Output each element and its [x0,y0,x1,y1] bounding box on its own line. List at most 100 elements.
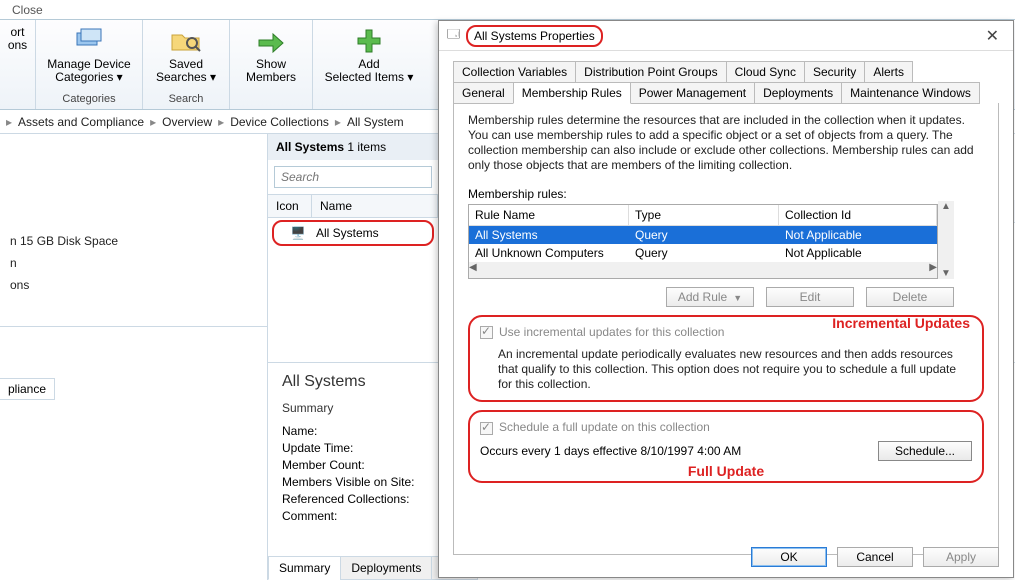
schedule-row: Occurs every 1 days effective 8/10/1997 … [480,441,972,461]
tab-dist-groups[interactable]: Distribution Point Groups [575,61,726,83]
col-rule-name[interactable]: Rule Name [469,205,629,226]
scroll-up-icon[interactable]: ▲ [938,201,954,212]
cancel-button[interactable]: Cancel [837,547,913,567]
list-columns: Icon Name [268,194,438,218]
scroll-right-icon[interactable]: ▶ [929,262,937,278]
fullupdate-section: Schedule a full update on this collectio… [468,410,984,482]
tab-security[interactable]: Security [804,61,865,83]
ribbon-partial-label: ort ons [8,26,27,52]
ribbon-group-partial: ort ons [0,20,36,109]
saved-searches-button[interactable]: Saved Searches ▾ [151,24,221,84]
rules-listbox[interactable]: Rule Name Type Collection Id All Systems… [468,204,938,279]
breadcrumb-item[interactable]: Assets and Compliance [18,115,144,129]
tab-maint-windows[interactable]: Maintenance Windows [841,82,980,104]
manage-categories-button[interactable]: Manage Device Categories ▾ [44,24,134,84]
chevron-down-icon: ▼ [733,293,742,303]
tab-row-front: General Membership Rules Power Managemen… [453,82,999,103]
rules-vscroll[interactable]: ▲▼ [938,201,954,279]
rule-row[interactable]: All Systems Query Not Applicable [469,226,937,244]
incremental-checkbox[interactable] [480,326,493,339]
schedule-button[interactable]: Schedule... [878,441,972,461]
scroll-left-icon[interactable]: ◀ [469,262,477,278]
chevron-right-icon: ▸ [335,115,341,129]
add-rule-button[interactable]: Add Rule ▼ [666,287,754,307]
add-selected-button[interactable]: Add Selected Items ▾ [321,24,417,84]
col-collection-id[interactable]: Collection Id [779,205,937,226]
breadcrumb-item[interactable]: Overview [162,115,212,129]
incremental-section: Incremental Updates Use incremental upda… [468,315,984,402]
close-button[interactable]: ✕ [980,26,1005,46]
dialog-body: Collection Variables Distribution Point … [439,51,1013,555]
plus-icon [353,24,385,56]
annotation-fullupdate: Full Update [688,463,764,479]
search-footer: Search [169,93,204,105]
tree-item[interactable]: n 15 GB Disk Space [0,230,267,252]
ribbon-close-bar: Close [0,0,1015,20]
left-tree-pane: n 15 GB Disk Space n ons [0,134,268,580]
ribbon-group-categories: Manage Device Categories ▾ Categories [36,20,143,109]
ribbon-group-members: Show Members [230,20,313,109]
rules-label: Membership rules: [468,187,984,201]
edit-rule-button[interactable]: Edit [766,287,854,307]
rule-type: Query [629,244,779,262]
tab-deployments[interactable]: Deployments [754,82,842,104]
tab-alerts[interactable]: Alerts [864,61,913,83]
rule-row[interactable]: All Unknown Computers Query Not Applicab… [469,244,937,262]
chevron-right-icon: ▸ [218,115,224,129]
col-icon[interactable]: Icon [268,195,312,217]
rule-coll: Not Applicable [779,226,937,244]
saved-searches-label: Saved Searches ▾ [156,58,216,84]
list-row-name: All Systems [316,226,379,240]
chevron-right-icon: ▸ [6,115,12,129]
dialog-titlebar: 🗔 All Systems Properties ✕ [439,21,1013,51]
dialog-title: All Systems Properties [466,25,603,47]
rule-name: All Unknown Computers [469,244,629,262]
rules-columns: Rule Name Type Collection Id [469,205,937,226]
tree-item[interactable]: n [0,252,267,274]
delete-rule-button[interactable]: Delete [866,287,954,307]
show-members-button[interactable]: Show Members [238,24,304,84]
add-rule-label: Add Rule [678,290,727,304]
scroll-down-icon[interactable]: ▼ [938,268,954,279]
tree-item[interactable]: ons [0,274,267,296]
membership-desc: Membership rules determine the resources… [468,113,984,173]
tab-general[interactable]: General [453,82,514,104]
tab-deployments[interactable]: Deployments [340,556,432,580]
apply-button[interactable]: Apply [923,547,999,567]
tab-cloud-sync[interactable]: Cloud Sync [726,61,805,83]
chevron-right-icon: ▸ [150,115,156,129]
tab-membership-rules[interactable]: Membership Rules [513,82,631,104]
categories-footer: Categories [62,93,115,105]
tab-panel: Membership rules determine the resources… [453,103,999,555]
search-input[interactable] [274,166,432,188]
rules-wrapper: Rule Name Type Collection Id All Systems… [468,201,984,279]
ribbon-group-add: Add Selected Items ▾ [313,20,425,109]
rule-coll: Not Applicable [779,244,937,262]
ok-button[interactable]: OK [751,547,827,567]
fullupdate-checkbox[interactable] [480,422,493,435]
incremental-desc: An incremental update periodically evalu… [498,347,972,392]
breadcrumb-item[interactable]: All System [347,115,404,129]
col-name[interactable]: Name [312,195,438,217]
fullupdate-label: Schedule a full update on this collectio… [499,420,710,434]
breadcrumb-item[interactable]: Device Collections [230,115,329,129]
ribbon-group-search: Saved Searches ▾ Search [143,20,230,109]
tab-row-back: Collection Variables Distribution Point … [453,61,999,82]
tab-summary[interactable]: Summary [268,556,341,580]
collection-icon: 🖥️ [280,226,316,240]
tab-power-mgmt[interactable]: Power Management [630,82,755,104]
show-members-label: Show Members [246,58,296,84]
list-count: 1 items [347,140,386,154]
properties-dialog: 🗔 All Systems Properties ✕ Collection Va… [438,20,1014,578]
list-search-wrap [274,166,432,188]
col-type[interactable]: Type [629,205,779,226]
left-nav-section[interactable]: pliance [0,378,55,400]
list-row-allsystems[interactable]: 🖥️ All Systems [272,220,434,246]
rule-name: All Systems [469,226,629,244]
tag-icon [73,24,105,56]
rule-type: Query [629,226,779,244]
rule-row-hscroll[interactable]: ◀▶ [469,262,937,278]
manage-categories-label: Manage Device Categories ▾ [47,58,130,84]
annotation-incremental: Incremental Updates [832,315,970,331]
tab-collection-variables[interactable]: Collection Variables [453,61,576,83]
